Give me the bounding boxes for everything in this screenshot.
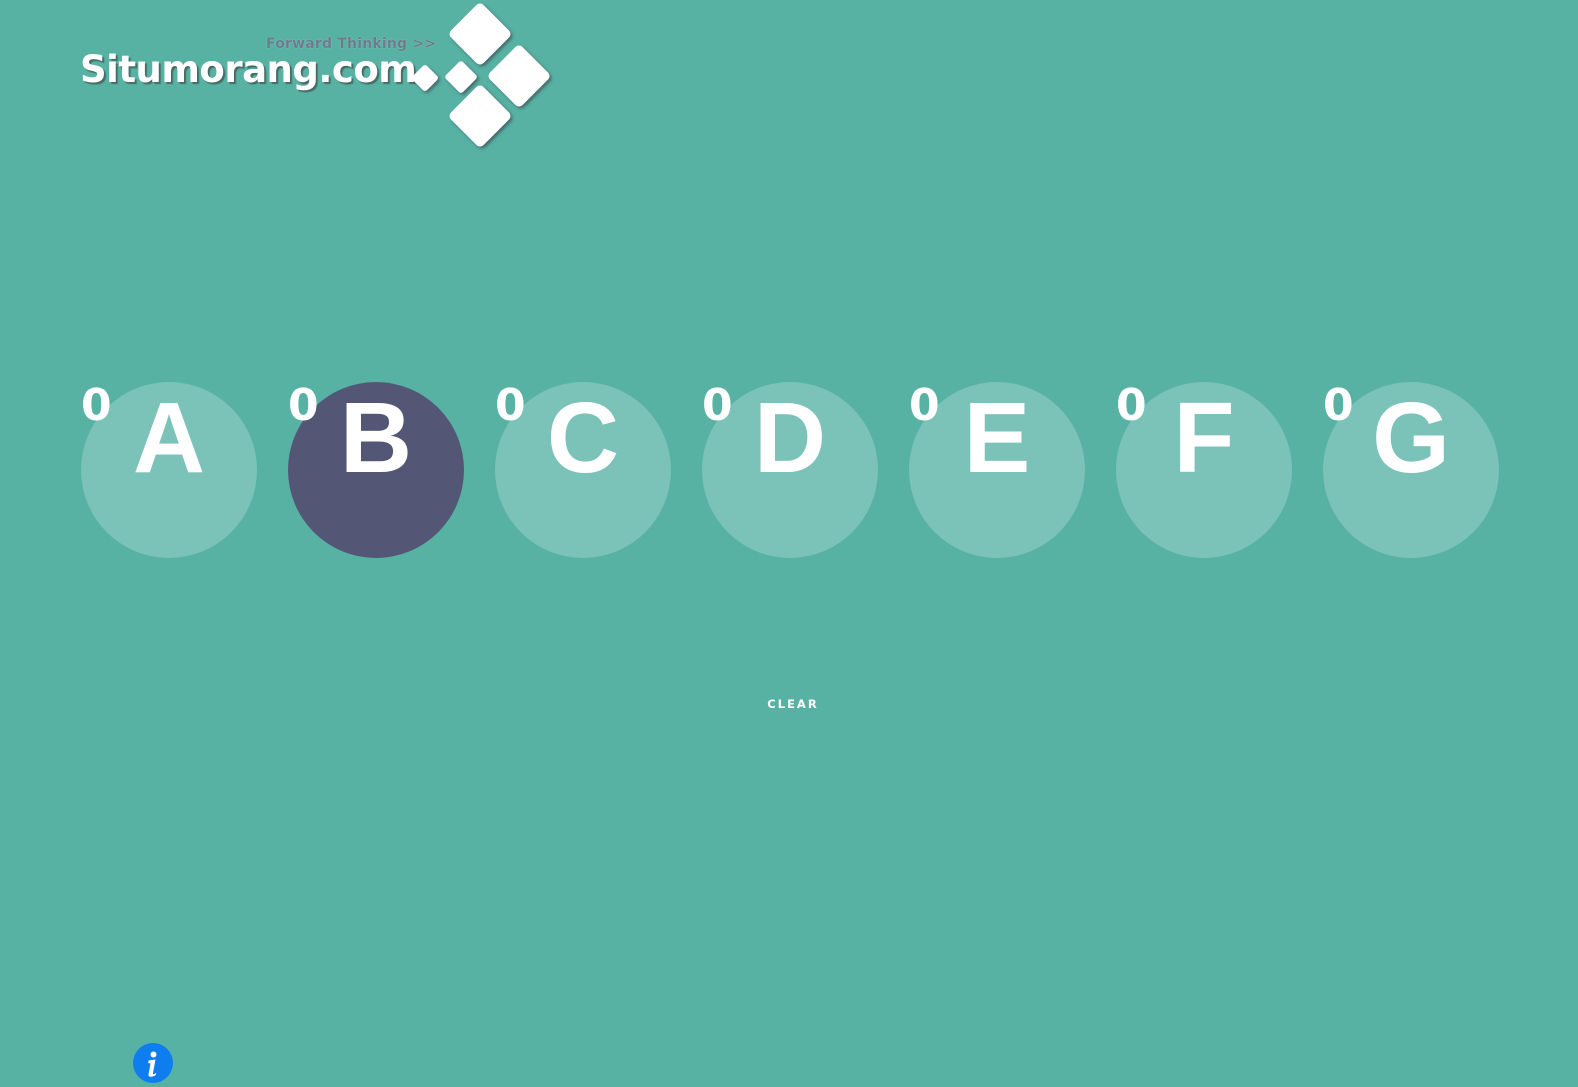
info-button[interactable] — [133, 1043, 173, 1083]
letter-count-c: 0 — [495, 380, 526, 431]
letter-item-d[interactable]: D 0 — [702, 382, 878, 558]
letter-item-a[interactable]: A 0 — [81, 382, 257, 558]
letter-item-e[interactable]: E 0 — [909, 382, 1085, 558]
brand-name: Situmorang.com — [80, 48, 417, 91]
app-page: Forward Thinking >> Situmorang.com A 0 B… — [0, 0, 1578, 1087]
letter-count-d: 0 — [702, 380, 733, 431]
letter-item-c[interactable]: C 0 — [495, 382, 671, 558]
letter-count-e: 0 — [909, 380, 940, 431]
clear-button[interactable]: CLEAR — [740, 697, 846, 711]
letter-count-g: 0 — [1323, 380, 1354, 431]
letter-count-b: 0 — [288, 380, 319, 431]
letter-buttons-row: A 0 B 0 C 0 D 0 E 0 F 0 G 0 — [81, 382, 1501, 558]
letter-count-f: 0 — [1116, 380, 1147, 431]
diamond-tiles-icon — [412, 3, 550, 147]
letter-item-b[interactable]: B 0 — [288, 382, 464, 558]
letter-item-f[interactable]: F 0 — [1116, 382, 1292, 558]
letter-item-g[interactable]: G 0 — [1323, 382, 1499, 558]
letter-count-a: 0 — [81, 380, 112, 431]
info-icon — [148, 1051, 157, 1077]
brand-logo[interactable]: Forward Thinking >> Situmorang.com — [80, 0, 580, 155]
